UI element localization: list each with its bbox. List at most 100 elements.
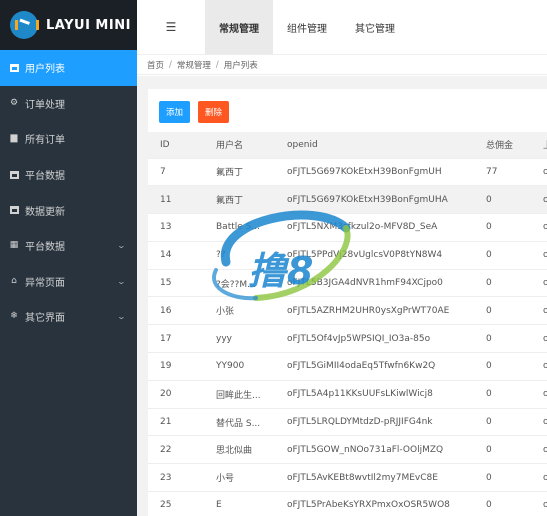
sidebar: LAYUI MINI 用户列表 ⚙ 订单处理 ▆ 所有订单 平台数据 数据更新 … xyxy=(0,0,137,516)
column-header-commission[interactable]: 总佣金 xyxy=(474,132,531,159)
table-row[interactable]: 15?会??M...oFJTL5B3JGA4dNVR1hmF94XCjpo00o xyxy=(148,269,547,298)
hamburger-icon[interactable]: ☰ xyxy=(137,0,205,54)
cell-commission: 0 xyxy=(474,380,531,409)
chevron-down-icon: ⌄ xyxy=(116,241,127,251)
cell-next: o xyxy=(531,435,547,465)
column-header-next[interactable]: 上 xyxy=(531,132,547,159)
table-body: 7氟西丁oFJTL5G697KOkEtxH39BonFgmUH77o11氟西丁o… xyxy=(148,158,547,516)
cell-username: yyy xyxy=(204,324,275,354)
sidebar-item-other-pages[interactable]: ❄ 其它界面 ⌄ xyxy=(0,299,137,335)
cell-commission: 0 xyxy=(474,408,531,437)
cell-next: o xyxy=(531,352,547,381)
table-row[interactable]: 7氟西丁oFJTL5G697KOkEtxH39BonFgmUH77o xyxy=(148,158,547,187)
cell-next: o xyxy=(531,408,547,437)
cell-commission: 0 xyxy=(474,213,531,242)
sidebar-item-data-update[interactable]: 数据更新 xyxy=(0,192,137,228)
cell-next: o xyxy=(531,324,547,354)
tab-general-management[interactable]: 常规管理 xyxy=(205,0,273,54)
sidebar-item-all-orders[interactable]: ▆ 所有订单 xyxy=(0,121,137,157)
cell-next: o xyxy=(531,213,547,242)
logo-icon xyxy=(10,11,39,39)
file-icon: ▆ xyxy=(10,133,18,144)
sidebar-item-label: 数据更新 xyxy=(25,206,65,218)
cell-id: 22 xyxy=(148,435,204,465)
cell-commission: 0 xyxy=(474,269,531,298)
sidebar-menu: 用户列表 ⚙ 订单处理 ▆ 所有订单 平台数据 数据更新 ▦ 平台数据 ⌄ ⌂ … xyxy=(0,50,137,335)
sidebar-item-label: 用户列表 xyxy=(25,64,65,76)
cell-username: 氟西丁 xyxy=(204,185,275,215)
table-row[interactable]: 21替代品 S...oFJTL5LRQLDYMtdzD-pRJJIFG4nk0o xyxy=(148,408,547,437)
breadcrumb-separator: / xyxy=(215,59,219,70)
table-row[interactable]: 13 Battle S... oFJTL5NXM3sfkzul2o-MFV8D_Se… xyxy=(148,213,547,242)
table-row[interactable]: 25EoFJTL5PrAbeKsYRXPmxOxOSR5WO80o xyxy=(148,491,547,516)
sidebar-item-label: 其它界面 xyxy=(25,313,65,325)
cell-username: 小号 xyxy=(204,463,275,493)
cell-id: 20 xyxy=(148,380,204,409)
window-icon xyxy=(9,170,19,180)
cell-openid: oFJTL5B3JGA4dNVR1hmF94XCjpo0 xyxy=(275,269,474,298)
table-row[interactable]: 16小张oFJTL5AZRHM2UHR0ysXgPrWT70AE0o xyxy=(148,296,547,326)
sidebar-item-user-list[interactable]: 用户列表 xyxy=(0,50,137,86)
sidebar-item-label: 所有订单 xyxy=(25,135,65,147)
breadcrumb: 首页 / 常规管理 / 用户列表 xyxy=(137,55,547,75)
calendar-icon: ▦ xyxy=(9,240,19,251)
cell-commission: 0 xyxy=(474,185,531,215)
cell-id: 21 xyxy=(148,408,204,437)
logo[interactable]: LAYUI MINI xyxy=(0,0,137,50)
cell-commission: 0 xyxy=(474,296,531,326)
tab-other-management[interactable]: 其它管理 xyxy=(341,0,409,54)
tab-component-management[interactable]: 组件管理 xyxy=(273,0,341,54)
sidebar-item-label: 订单处理 xyxy=(25,99,65,111)
sidebar-item-error-pages[interactable]: ⌂ 异常页面 ⌄ xyxy=(0,264,137,300)
delete-button[interactable]: 删除 xyxy=(198,101,230,123)
cell-next: o xyxy=(531,380,547,409)
cell-commission: 0 xyxy=(474,352,531,381)
cell-commission: 0 xyxy=(474,324,531,354)
user-table: ID 用户名 openid 总佣金 上 7氟西丁oFJTL5G697KOkEtx… xyxy=(148,132,547,516)
cell-openid: oFJTL5AvKEBt8wvtIl2my7MEvC8E xyxy=(275,463,474,493)
column-header-id[interactable]: ID xyxy=(148,132,204,159)
sidebar-item-label: 平台数据 xyxy=(25,242,65,254)
table-row[interactable]: 17yyyoFJTL5Of4vJp5WPSIQI_IO3a-85o0o xyxy=(148,324,547,354)
table-row[interactable]: 22思北似曲oFJTL5GOW_nNOo731aFl-OOljMZQ0o xyxy=(148,435,547,465)
cell-openid: oFJTL5PPdVj28vUglcsV0P8tYN8W4 xyxy=(275,241,474,270)
cell-next: o xyxy=(531,463,547,493)
chevron-down-icon: ⌄ xyxy=(116,276,127,286)
cell-id: 15 xyxy=(148,269,204,298)
table-row[interactable]: 11氟西丁oFJTL5G697KOkEtxH39BonFgmUHA0o xyxy=(148,185,547,215)
breadcrumb-general[interactable]: 常规管理 xyxy=(177,59,211,71)
cell-openid: oFJTL5Of4vJp5WPSIQI_IO3a-85o xyxy=(275,324,474,354)
cell-next: o xyxy=(531,241,547,270)
column-header-openid[interactable]: openid xyxy=(275,132,474,159)
sidebar-item-order-processing[interactable]: ⚙ 订单处理 xyxy=(0,86,137,122)
cell-id: 11 xyxy=(148,185,204,215)
sidebar-item-label: 异常页面 xyxy=(25,277,65,289)
table-row[interactable]: 20回眸此生...oFJTL5A4p11KKsUUFsLKiwlWicj80o xyxy=(148,380,547,409)
column-header-username[interactable]: 用户名 xyxy=(204,132,275,159)
window-icon xyxy=(9,205,19,215)
cell-commission: 0 xyxy=(474,491,531,516)
cell-username: 思北似曲 xyxy=(204,435,275,465)
cell-id: 7 xyxy=(148,158,204,187)
logo-text: LAYUI MINI xyxy=(46,17,131,33)
cell-next: o xyxy=(531,491,547,516)
cell-username: ?会??M... xyxy=(204,269,275,298)
cell-openid: oFJTL5G697KOkEtxH39BonFgmUHA xyxy=(275,185,474,215)
cell-username: 小张 xyxy=(204,296,275,326)
add-button[interactable]: 添加 xyxy=(159,101,191,123)
table-row[interactable]: 23小号oFJTL5AvKEBt8wvtIl2my7MEvC8E0o xyxy=(148,463,547,493)
cell-openid: oFJTL5GiMII4odaEq5Tfwfn6Kw2Q xyxy=(275,352,474,381)
chevron-down-icon: ⌄ xyxy=(116,312,127,322)
table-row[interactable]: 14??oFJTL5PPdVj28vUglcsV0P8tYN8W40o xyxy=(148,241,547,270)
cell-commission: 0 xyxy=(474,463,531,493)
cell-id: 19 xyxy=(148,352,204,381)
table-row[interactable]: 19YY900oFJTL5GiMII4odaEq5Tfwfn6Kw2Q0o xyxy=(148,352,547,381)
sidebar-item-platform-data-2[interactable]: ▦ 平台数据 ⌄ xyxy=(0,228,137,264)
cell-commission: 0 xyxy=(474,435,531,465)
cell-id: 13 xyxy=(148,213,204,242)
breadcrumb-home[interactable]: 首页 xyxy=(147,59,164,71)
cell-openid: oFJTL5PrAbeKsYRXPmxOxOSR5WO8 xyxy=(275,491,474,516)
cell-id: 23 xyxy=(148,463,204,493)
sidebar-item-platform-data[interactable]: 平台数据 xyxy=(0,157,137,193)
cell-id: 14 xyxy=(148,241,204,270)
